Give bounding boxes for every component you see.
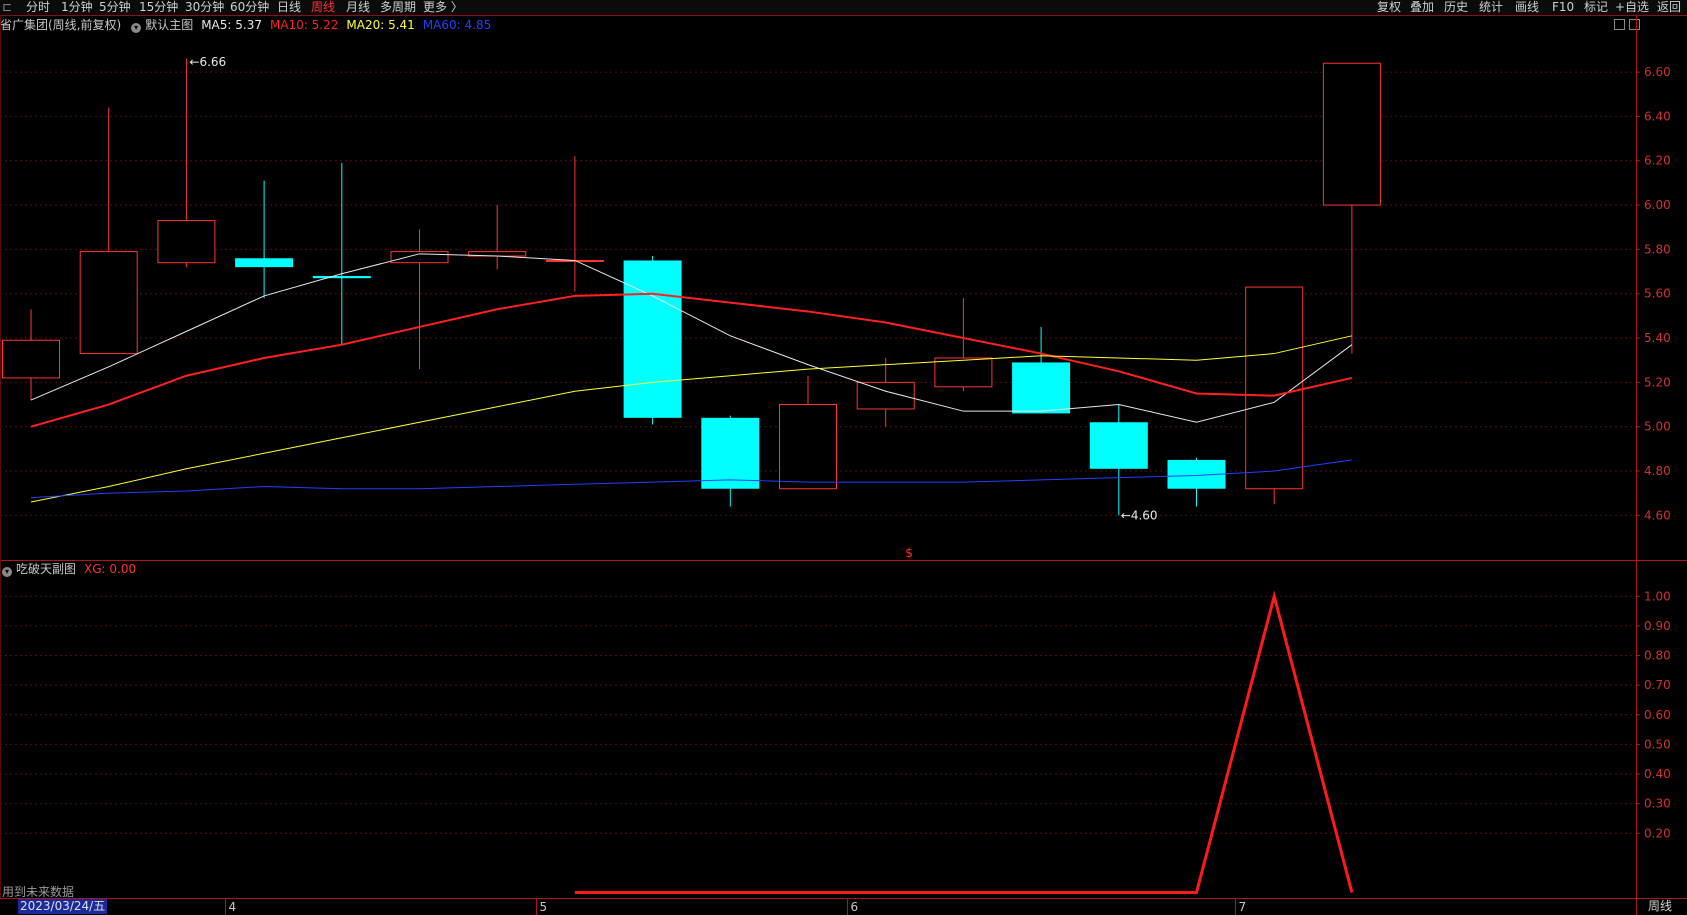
candle-body-8 xyxy=(623,260,682,418)
sub-tick-label-7: 0.30 xyxy=(1644,797,1671,811)
event-marker: $ xyxy=(905,546,913,560)
month-label-2: 6 xyxy=(851,900,859,914)
month-label-0: 4 xyxy=(229,900,237,914)
sub-tick-label-6: 0.40 xyxy=(1644,767,1671,781)
sub-tick-label-0: 1.00 xyxy=(1644,589,1671,603)
future-data-note: 用到未来数据 xyxy=(2,885,75,899)
sub-tick-label-1: 0.90 xyxy=(1644,619,1671,633)
main-tick-label-4: 5.80 xyxy=(1644,242,1671,256)
sub-tick-label-5: 0.50 xyxy=(1644,737,1671,751)
sub-tick-label-4: 0.60 xyxy=(1644,708,1671,722)
main-tick-label-9: 4.80 xyxy=(1644,464,1671,478)
candle-body-13 xyxy=(1012,362,1071,414)
main-tick-label-10: 4.60 xyxy=(1644,508,1671,522)
main-tick-label-1: 6.40 xyxy=(1644,109,1671,123)
main-tick-label-0: 6.60 xyxy=(1644,65,1671,79)
ma-line-ma10 xyxy=(30,292,1353,428)
sub-tick-label-8: 0.20 xyxy=(1644,826,1671,840)
candle-body-9 xyxy=(701,417,760,489)
candle-body-17 xyxy=(1322,62,1381,206)
sub-tick-label-3: 0.70 xyxy=(1644,678,1671,692)
candle-body-3 xyxy=(235,258,294,268)
month-label-1: 5 xyxy=(540,900,548,914)
candle-body-0 xyxy=(2,339,60,379)
candle-body-10 xyxy=(779,404,837,490)
main-tick-label-2: 6.20 xyxy=(1644,154,1671,168)
cursor-date: 2023/03/24/五 xyxy=(18,899,108,914)
main-tick-label-3: 6.00 xyxy=(1644,198,1671,212)
main-tick-label-6: 5.40 xyxy=(1644,331,1671,345)
period-label: 周线 xyxy=(1648,899,1673,913)
candle-body-5 xyxy=(390,251,449,264)
ma-line-ma60 xyxy=(30,459,1352,499)
kline-chart[interactable]: 6.60 6.40 6.20 6.00 5.80 5.60 5.40 5.20 5.00 4.80… xyxy=(0,0,1687,915)
candle-body-2 xyxy=(157,220,216,264)
candle-body-1 xyxy=(79,251,138,355)
candle-body-12 xyxy=(934,357,993,388)
candle-body-4 xyxy=(312,275,371,279)
low-annotation: ←4.60 xyxy=(1121,508,1158,522)
high-annotation: ←6.66 xyxy=(189,55,226,69)
month-label-3: 7 xyxy=(1239,900,1247,914)
candle-body-14 xyxy=(1089,422,1148,469)
main-tick-label-7: 5.20 xyxy=(1644,375,1671,389)
main-tick-label-5: 5.60 xyxy=(1644,287,1671,301)
sub-tick-label-2: 0.80 xyxy=(1644,649,1671,663)
candle-body-11 xyxy=(856,381,915,410)
main-tick-label-8: 5.00 xyxy=(1644,420,1671,434)
